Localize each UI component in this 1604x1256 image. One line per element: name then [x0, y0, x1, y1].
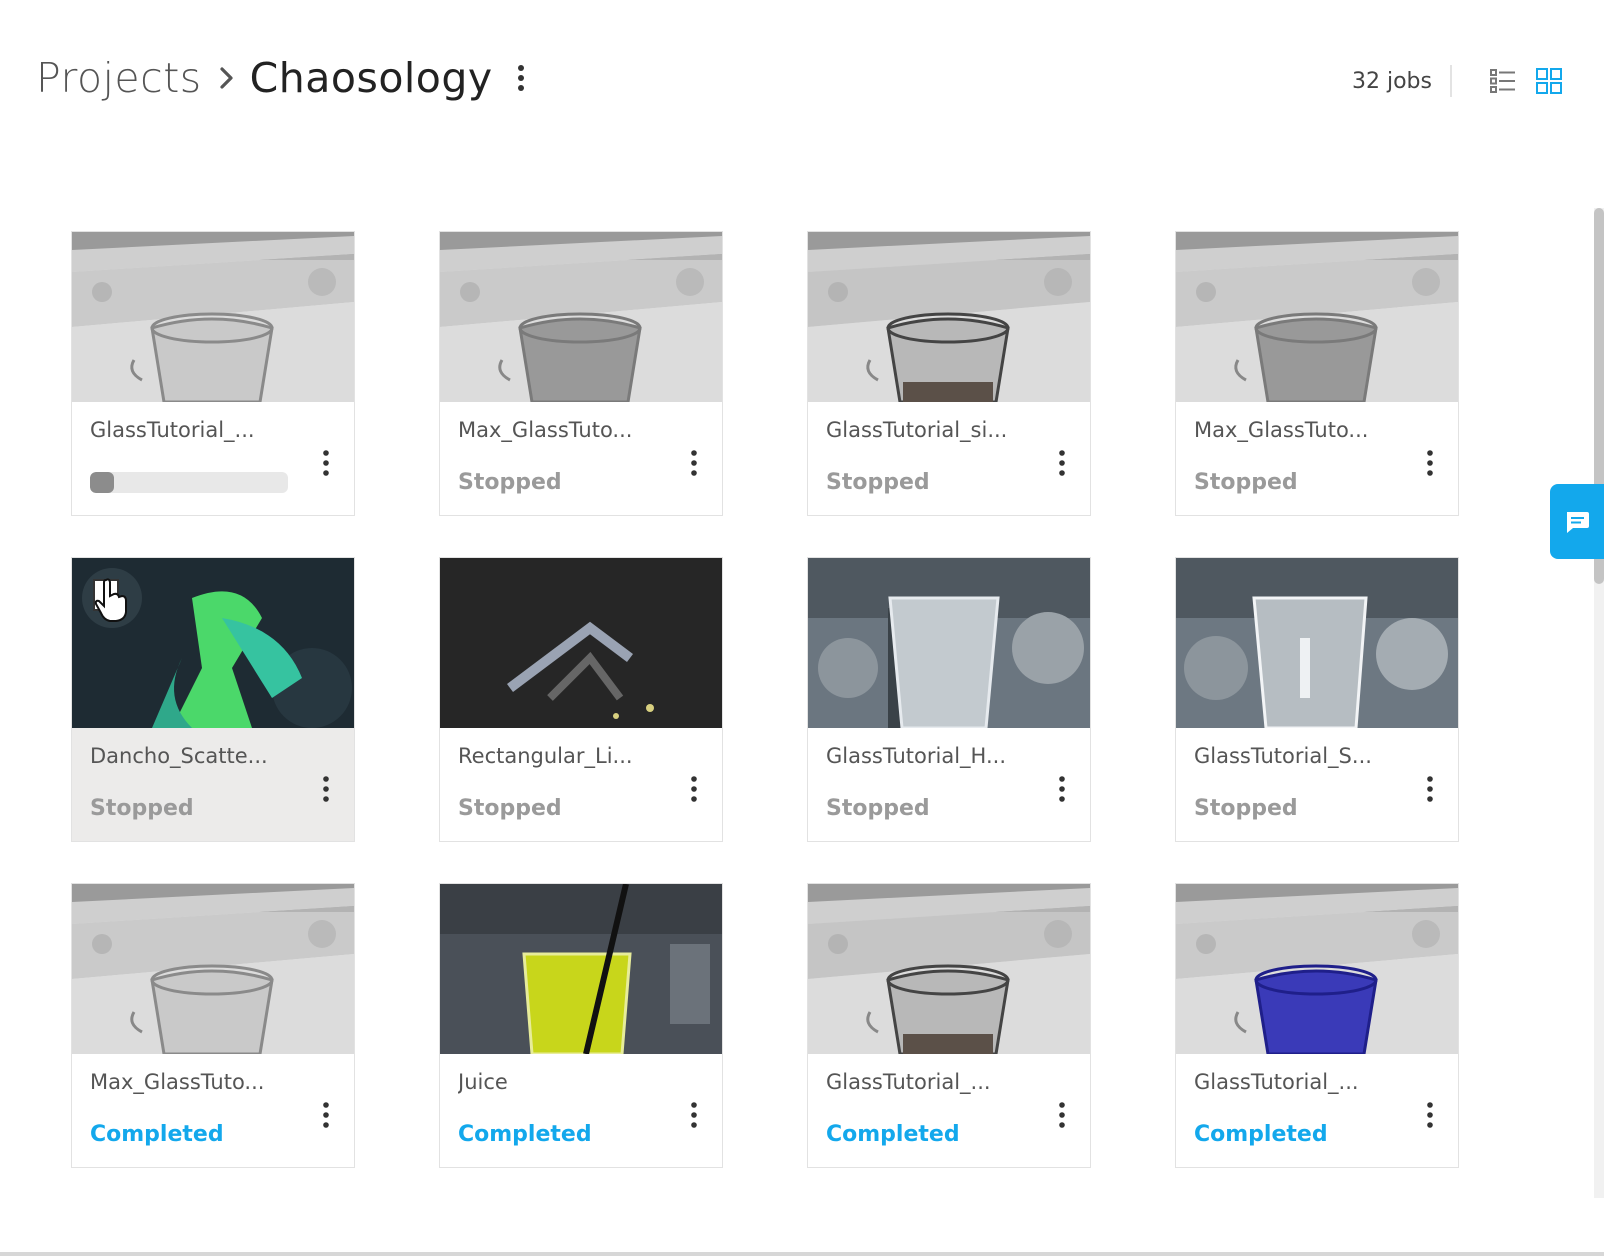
job-thumbnail[interactable]	[440, 232, 722, 402]
job-thumbnail[interactable]	[1176, 558, 1458, 728]
job-card[interactable]: Juice Completed	[439, 883, 723, 1168]
grid-view-icon	[1536, 68, 1562, 94]
job-name: GlassTutorial_S...	[1194, 744, 1372, 768]
more-vertical-icon[interactable]	[686, 1098, 702, 1132]
job-thumbnail[interactable]	[808, 884, 1090, 1054]
breadcrumb-projects-link[interactable]: Projects	[36, 54, 202, 102]
grid-view-button[interactable]	[1534, 65, 1564, 97]
job-status: Completed	[458, 1122, 592, 1147]
job-card[interactable]: GlassTutorial_si... Stopped	[807, 231, 1091, 516]
page-title: Chaosology	[249, 54, 493, 102]
job-name: GlassTutorial_si...	[826, 418, 1008, 442]
jobs-count: 32 jobs	[1352, 68, 1432, 94]
bottom-border	[0, 1252, 1604, 1256]
list-view-button[interactable]	[1488, 65, 1518, 97]
job-progress-fill	[90, 472, 114, 493]
job-name: GlassTutorial_H...	[826, 744, 1007, 768]
more-vertical-icon[interactable]	[1054, 446, 1070, 480]
more-vertical-icon[interactable]	[318, 1098, 334, 1132]
chat-icon	[1567, 511, 1589, 533]
job-name: GlassTutorial_...	[1194, 1070, 1359, 1094]
job-status: Completed	[90, 1122, 224, 1147]
job-card[interactable]: GlassTutorial_... Completed	[807, 883, 1091, 1168]
job-status: Stopped	[458, 796, 562, 821]
job-thumbnail[interactable]	[440, 558, 722, 728]
job-name: Rectangular_Li...	[458, 744, 633, 768]
job-status: Completed	[1194, 1122, 1328, 1147]
job-card[interactable]: Dancho_Scatte... Stopped	[71, 557, 355, 842]
scrollbar[interactable]	[1594, 208, 1604, 1198]
job-thumbnail[interactable]	[72, 884, 354, 1054]
job-thumbnail[interactable]	[808, 558, 1090, 728]
job-thumbnail[interactable]	[1176, 884, 1458, 1054]
more-vertical-icon[interactable]	[1422, 772, 1438, 806]
job-status: Stopped	[1194, 796, 1298, 821]
job-name: Max_GlassTuto...	[1194, 418, 1369, 442]
more-vertical-icon[interactable]	[1422, 1098, 1438, 1132]
job-card[interactable]: GlassTutorial_S... Stopped	[1175, 557, 1459, 842]
job-status: Stopped	[826, 796, 930, 821]
header-controls: 32 jobs	[1352, 60, 1564, 102]
list-view-icon	[1490, 69, 1515, 93]
job-card[interactable]: Max_GlassTuto... Stopped	[1175, 231, 1459, 516]
job-card[interactable]: Rectangular_Li... Stopped	[439, 557, 723, 842]
job-status: Stopped	[1194, 470, 1298, 495]
more-vertical-icon[interactable]	[318, 446, 334, 480]
more-vertical-icon[interactable]	[1422, 446, 1438, 480]
job-card[interactable]: Max_GlassTuto... Stopped	[439, 231, 723, 516]
more-vertical-icon[interactable]	[318, 772, 334, 806]
job-name: Dancho_Scatte...	[90, 744, 268, 768]
more-vertical-icon[interactable]	[511, 58, 531, 98]
job-card[interactable]: GlassTutorial_H... Stopped	[807, 557, 1091, 842]
more-vertical-icon[interactable]	[1054, 1098, 1070, 1132]
job-thumbnail[interactable]	[1176, 232, 1458, 402]
job-card[interactable]: GlassTutorial_...	[71, 231, 355, 516]
job-name: Juice	[458, 1070, 508, 1094]
chat-button[interactable]	[1550, 484, 1604, 559]
job-card[interactable]: Max_GlassTuto... Completed	[71, 883, 355, 1168]
job-name: GlassTutorial_...	[90, 418, 255, 442]
breadcrumb: Projects Chaosology	[36, 50, 531, 106]
more-vertical-icon[interactable]	[686, 772, 702, 806]
hand-cursor-icon	[94, 578, 127, 622]
job-name: Max_GlassTuto...	[90, 1070, 265, 1094]
job-card[interactable]: GlassTutorial_... Completed	[1175, 883, 1459, 1168]
job-status: Stopped	[458, 470, 562, 495]
chevron-right-icon	[220, 67, 233, 89]
more-vertical-icon[interactable]	[686, 446, 702, 480]
job-thumbnail[interactable]	[440, 884, 722, 1054]
more-vertical-icon[interactable]	[1054, 772, 1070, 806]
job-status: Stopped	[90, 796, 194, 821]
divider	[1450, 65, 1452, 97]
job-name: Max_GlassTuto...	[458, 418, 633, 442]
job-thumbnail[interactable]	[808, 232, 1090, 402]
job-status: Completed	[826, 1122, 960, 1147]
job-thumbnail[interactable]	[72, 232, 354, 402]
job-name: GlassTutorial_...	[826, 1070, 991, 1094]
job-progress-bar	[90, 472, 288, 493]
job-status: Stopped	[826, 470, 930, 495]
